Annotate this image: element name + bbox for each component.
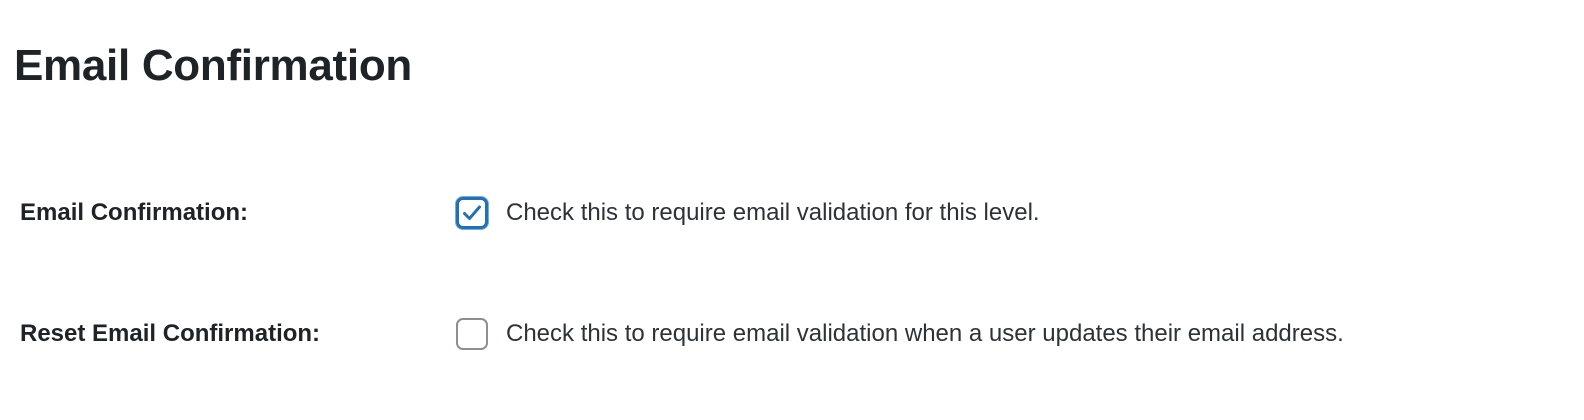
checkmark-icon <box>463 205 481 220</box>
email-confirmation-description: Check this to require email validation f… <box>506 199 1040 226</box>
reset-email-confirmation-checkbox[interactable] <box>456 318 488 350</box>
page-title: Email Confirmation <box>14 41 412 90</box>
reset-email-confirmation-label: Reset Email Confirmation: <box>20 320 321 347</box>
reset-email-confirmation-control: Check this to require email validation w… <box>456 314 1344 354</box>
email-confirmation-checkbox[interactable] <box>456 197 488 229</box>
setting-row-reset-email-confirmation: Reset Email Confirmation: Check this to … <box>0 314 1584 354</box>
reset-email-confirmation-description: Check this to require email validation w… <box>506 320 1344 347</box>
setting-row-email-confirmation: Email Confirmation: Check this to requir… <box>0 193 1584 233</box>
email-confirmation-control: Check this to require email validation f… <box>456 193 1040 233</box>
email-confirmation-label: Email Confirmation: <box>20 199 249 226</box>
